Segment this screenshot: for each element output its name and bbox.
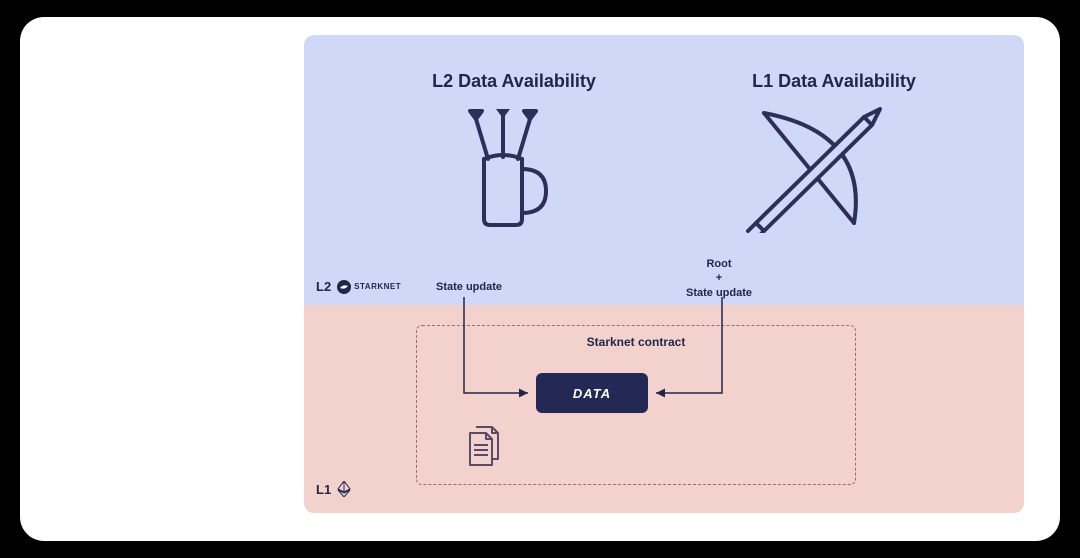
starknet-icon <box>337 280 351 294</box>
l2-heading: L2 Data Availability <box>344 71 684 92</box>
documents-icon <box>460 423 508 471</box>
l2-layer-label: L2 STARKNET <box>316 279 401 294</box>
diagram-area: L2 Data Availability L1 Data Availabilit… <box>304 35 1024 513</box>
bow-icon <box>734 103 904 233</box>
data-box: DATA <box>536 373 648 413</box>
quiver-icon <box>444 109 574 229</box>
starknet-badge: STARKNET <box>337 280 401 294</box>
l1-heading: L1 Data Availability <box>684 71 984 92</box>
edge-label-left: State update <box>414 280 524 294</box>
diagram-card: L2 Data Availability L1 Data Availabilit… <box>20 17 1060 541</box>
l1-layer-label: L1 <box>316 481 351 497</box>
l1-layer-text: L1 <box>316 482 331 497</box>
starknet-contract-label: Starknet contract <box>416 335 856 349</box>
edge-label-right: Root + State update <box>664 257 774 300</box>
starknet-text: STARKNET <box>354 282 401 291</box>
l2-layer-text: L2 <box>316 279 331 294</box>
ethereum-icon <box>337 481 351 497</box>
data-box-label: DATA <box>573 386 611 401</box>
